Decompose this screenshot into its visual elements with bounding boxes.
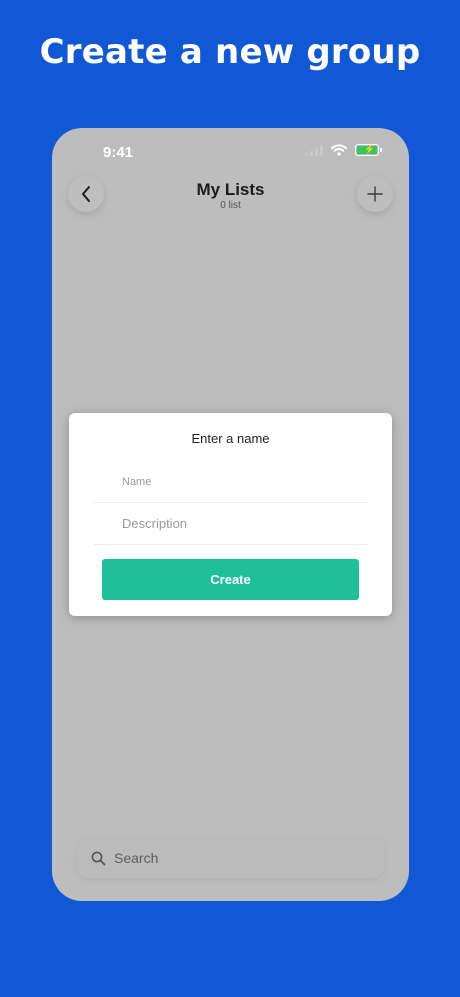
dialog-title: Enter a name	[191, 431, 270, 446]
headline: Create a new group	[39, 32, 421, 72]
status-icons: ⚡	[305, 144, 382, 156]
search-icon	[91, 851, 106, 865]
create-button[interactable]: Create	[102, 559, 359, 600]
phone-screen: 9:41 ⚡ My Lists 0 list Enter a name Name…	[52, 128, 409, 901]
name-input[interactable]	[94, 461, 367, 503]
description-input[interactable]	[94, 503, 367, 545]
list-count: 0 list	[220, 200, 241, 211]
search-input[interactable]	[114, 850, 354, 866]
status-time: 9:41	[103, 144, 134, 161]
plus-icon	[367, 186, 383, 202]
battery-icon: ⚡	[355, 144, 382, 156]
new-group-dialog: Enter a name Create	[69, 413, 392, 616]
status-bar: 9:41 ⚡	[52, 128, 409, 172]
page-title: My Lists	[196, 180, 265, 199]
app-store-screenshot: Create a new group 9:41 ⚡ My Lists 0 lis…	[0, 0, 460, 997]
cellular-signal-icon	[305, 144, 323, 156]
search-bar[interactable]	[77, 838, 384, 878]
wifi-icon	[331, 144, 347, 156]
add-list-button[interactable]	[357, 176, 393, 212]
